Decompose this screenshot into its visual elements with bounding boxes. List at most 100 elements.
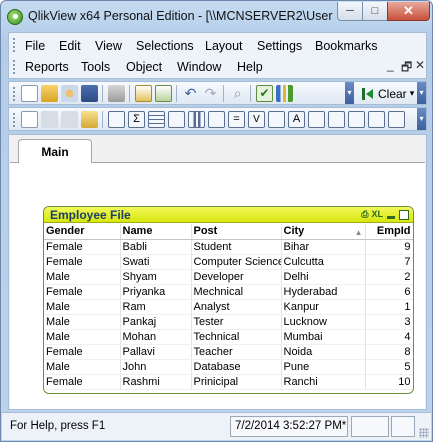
table-row[interactable]: Male Shyam Developer Delhi 2 — [44, 269, 413, 285]
cell-name[interactable]: Priyanka — [120, 284, 192, 300]
back-icon[interactable] — [41, 111, 58, 128]
save-icon[interactable] — [81, 85, 98, 102]
cell-gender[interactable]: Female — [44, 239, 121, 255]
close-button[interactable]: ✕ — [387, 2, 430, 21]
document-minimize-button[interactable]: _ — [387, 58, 394, 72]
table-row[interactable]: Male John Database Pune 5 — [44, 359, 413, 375]
toolbar-grip[interactable] — [12, 112, 16, 127]
toolbar-grip[interactable] — [12, 86, 16, 101]
redo-icon[interactable]: ↷ — [202, 85, 219, 102]
current-selections-icon[interactable]: = — [228, 111, 245, 128]
column-header-post[interactable]: Post — [191, 224, 282, 240]
table-row[interactable]: Female Pallavi Teacher Noida 8 — [44, 344, 413, 360]
table-row[interactable]: Male Ram Analyst Kanpur 1 — [44, 299, 413, 315]
search-object-icon[interactable] — [328, 111, 345, 128]
cell-gender[interactable]: Male — [44, 299, 121, 315]
cell-gender[interactable]: Male — [44, 269, 121, 285]
qlikview-logo-icon[interactable] — [7, 9, 23, 25]
new-sheet-icon[interactable] — [21, 111, 38, 128]
maximize-object-icon[interactable] — [399, 209, 409, 220]
custom-object-icon[interactable] — [388, 111, 405, 128]
table-row[interactable]: Female Rashmi Prinicipal Ranchi 10 — [44, 374, 413, 390]
column-header-gender[interactable]: Gender — [44, 224, 121, 240]
menu-reports[interactable]: Reports — [25, 60, 69, 74]
toolbar-overflow-dropdown[interactable]: ▾ — [345, 82, 354, 104]
cell-post[interactable]: Technical — [191, 329, 282, 345]
table-row[interactable]: Female Babli Student Bihar 9 — [44, 239, 413, 255]
cell-gender[interactable]: Female — [44, 254, 121, 270]
table-row[interactable]: Female Priyanka Mechnical Hyderabad 6 — [44, 284, 413, 300]
cell-empid[interactable]: 2 — [365, 269, 413, 285]
minimize-object-icon[interactable] — [386, 210, 396, 220]
button-object-icon[interactable]: V — [248, 111, 265, 128]
bookmark-icon[interactable] — [81, 111, 98, 128]
cell-post[interactable]: Teacher — [191, 344, 282, 360]
cell-empid[interactable]: 4 — [365, 329, 413, 345]
cell-city[interactable]: Mumbai — [281, 329, 366, 345]
search-icon[interactable]: ⌕ — [229, 85, 246, 102]
print-table-icon[interactable]: ⎙ — [361, 209, 368, 220]
cell-city[interactable]: Hyderabad — [281, 284, 366, 300]
menu-grip-2[interactable] — [12, 59, 16, 75]
list-box-icon[interactable] — [108, 111, 125, 128]
minimize-button[interactable]: ─ — [337, 2, 363, 21]
resize-grip[interactable] — [419, 428, 429, 438]
menu-grip[interactable] — [12, 37, 16, 53]
cell-empid[interactable]: 5 — [365, 359, 413, 375]
menu-layout[interactable]: Layout — [205, 39, 243, 53]
cell-post[interactable]: Student — [191, 239, 282, 255]
cell-gender[interactable]: Female — [44, 344, 121, 360]
undo-icon[interactable]: ↶ — [182, 85, 199, 102]
menu-view[interactable]: View — [95, 39, 122, 53]
menu-file[interactable]: File — [25, 39, 45, 53]
column-header-name[interactable]: Name — [120, 224, 192, 240]
column-header-city[interactable]: City ▲ — [281, 224, 366, 240]
menu-bookmarks[interactable]: Bookmarks — [315, 39, 378, 53]
table-row[interactable]: Male Mohan Technical Mumbai 4 — [44, 329, 413, 345]
cell-city[interactable]: Lucknow — [281, 314, 366, 330]
cell-gender[interactable]: Male — [44, 329, 121, 345]
edit-script-icon[interactable] — [135, 85, 152, 102]
cell-name[interactable]: Pallavi — [120, 344, 192, 360]
column-header-empid[interactable]: EmpId — [365, 224, 413, 240]
print-icon[interactable] — [108, 85, 125, 102]
tab-main[interactable]: Main — [18, 139, 92, 163]
cell-post[interactable]: Prinicipal — [191, 374, 282, 390]
input-box-icon[interactable] — [208, 111, 225, 128]
cell-empid[interactable]: 9 — [365, 239, 413, 255]
cell-empid[interactable]: 3 — [365, 314, 413, 330]
cell-name[interactable]: Ram — [120, 299, 192, 315]
cell-name[interactable]: Shyam — [120, 269, 192, 285]
line-arrow-icon[interactable] — [308, 111, 325, 128]
cell-name[interactable]: Babli — [120, 239, 192, 255]
cell-post[interactable]: Computer Science — [191, 254, 282, 270]
cell-city[interactable]: Noida — [281, 344, 366, 360]
reload-icon[interactable] — [61, 85, 78, 102]
cell-city[interactable]: Bihar — [281, 239, 366, 255]
multi-box-icon[interactable] — [168, 111, 185, 128]
statistics-box-icon[interactable]: Σ — [128, 111, 145, 128]
cell-empid[interactable]: 7 — [365, 254, 413, 270]
cell-name[interactable]: Rashmi — [120, 374, 192, 390]
bookmark-object-icon[interactable] — [348, 111, 365, 128]
menu-tools[interactable]: Tools — [81, 60, 110, 74]
menu-settings[interactable]: Settings — [257, 39, 302, 53]
cell-city[interactable]: Pune — [281, 359, 366, 375]
cell-name[interactable]: Mohan — [120, 329, 192, 345]
open-folder-icon[interactable] — [41, 85, 58, 102]
cell-post[interactable]: Tester — [191, 314, 282, 330]
menu-help[interactable]: Help — [237, 60, 263, 74]
sheet-main[interactable]: Employee File ⎙ XL Gender Name Post City… — [10, 162, 425, 409]
employee-table-box[interactable]: Employee File ⎙ XL Gender Name Post City… — [43, 206, 414, 394]
cell-post[interactable]: Developer — [191, 269, 282, 285]
container-icon[interactable] — [368, 111, 385, 128]
cell-empid[interactable]: 6 — [365, 284, 413, 300]
table-box-icon[interactable] — [148, 111, 165, 128]
clear-button[interactable]: Clear ▾ — [359, 83, 417, 104]
forward-icon[interactable] — [61, 111, 78, 128]
menu-object[interactable]: Object — [126, 60, 162, 74]
table-row[interactable]: Male Pankaj Tester Lucknow 3 — [44, 314, 413, 330]
clear-dropdown-icon[interactable]: ▾ — [410, 88, 415, 99]
new-document-icon[interactable] — [21, 85, 38, 102]
checklist-icon[interactable]: ✔ — [256, 85, 273, 102]
